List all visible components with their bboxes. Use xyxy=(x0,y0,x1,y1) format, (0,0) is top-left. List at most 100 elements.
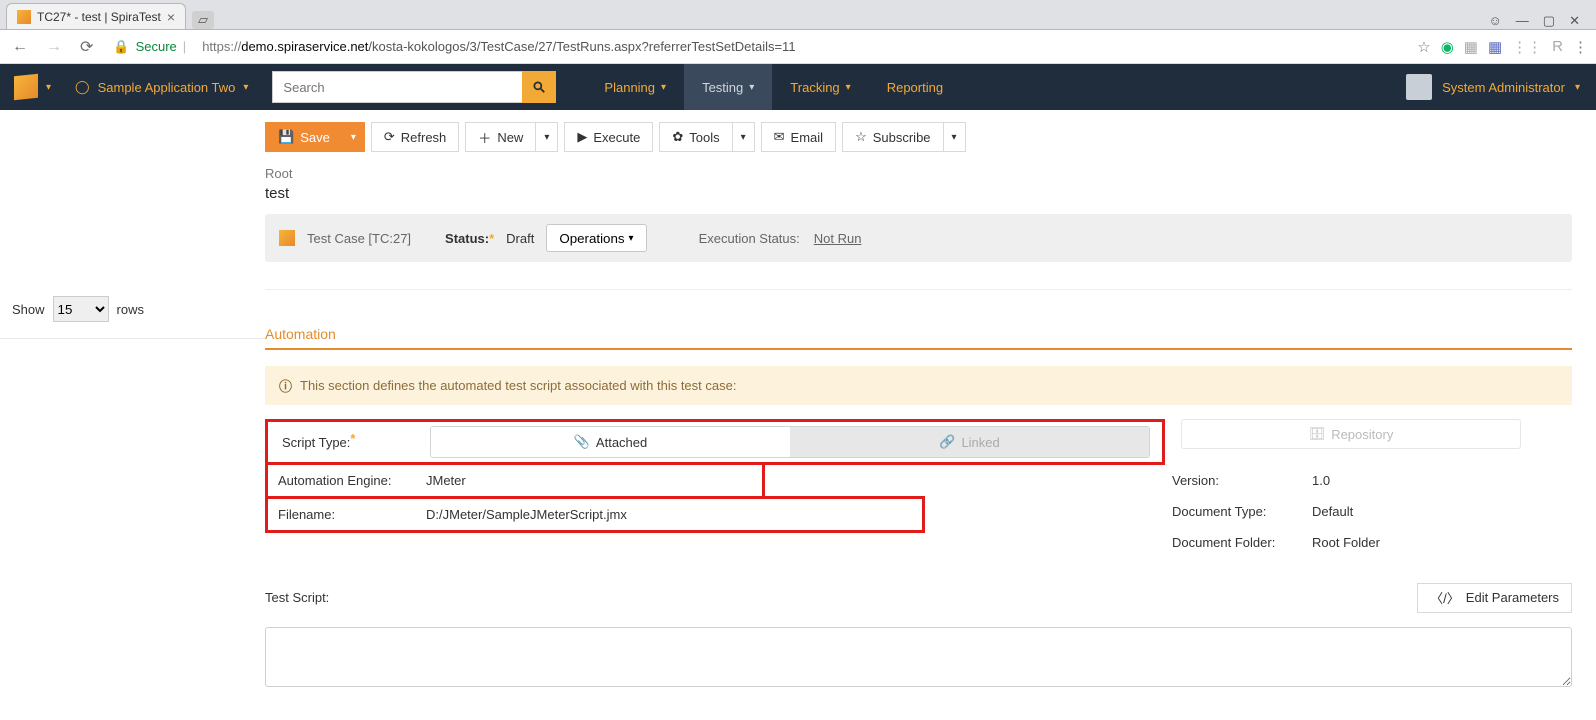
refresh-button[interactable]: ⟳Refresh xyxy=(371,122,459,152)
save-button[interactable]: 💾Save xyxy=(265,122,343,152)
filename-value[interactable]: D:/JMeter/SampleJMeterScript.jmx xyxy=(426,499,846,530)
brand[interactable]: ▾ xyxy=(0,75,65,99)
search-input[interactable] xyxy=(272,71,522,103)
document-folder-label: Document Folder: xyxy=(1162,527,1312,558)
chevron-down-icon: ▾ xyxy=(629,233,634,244)
execution-status-label: Execution Status: xyxy=(699,231,800,246)
code-icon: 〈/〉 xyxy=(1430,588,1460,607)
profile-icon[interactable]: ☺ xyxy=(1489,13,1502,29)
minimize-icon[interactable]: — xyxy=(1516,13,1529,29)
info-banner: ⓘ This section defines the automated tes… xyxy=(265,366,1572,405)
attachment-icon: 📎 xyxy=(574,434,590,450)
search-icon xyxy=(532,80,546,94)
user-menu[interactable]: System Administrator ▾ xyxy=(1390,74,1596,100)
script-type-linked[interactable]: 🔗Linked xyxy=(790,427,1149,457)
rows-rows-label: rows xyxy=(117,302,144,317)
link-icon: 🔗 xyxy=(939,434,955,450)
chevron-down-icon: ▾ xyxy=(661,82,666,93)
save-icon: 💾 xyxy=(278,129,294,145)
user-name: System Administrator xyxy=(1442,80,1565,95)
browser-tab[interactable]: TC27* - test | SpiraTest × xyxy=(6,3,186,29)
script-type-label: Script Type:* xyxy=(272,427,430,458)
gear-icon: ✿ xyxy=(672,129,683,145)
script-type-attached[interactable]: 📎Attached xyxy=(431,427,790,457)
breadcrumb[interactable]: Root xyxy=(265,166,1572,181)
reload-icon[interactable]: ⟳ xyxy=(76,37,97,57)
menu-planning[interactable]: Planning▾ xyxy=(586,64,684,110)
version-label: Version: xyxy=(1162,465,1312,496)
bookmark-star-icon[interactable]: ☆ xyxy=(1417,38,1430,56)
script-type-repository[interactable]: 🗄Repository xyxy=(1181,419,1521,449)
chevron-down-icon: ▾ xyxy=(243,82,248,93)
maximize-icon[interactable]: ▢ xyxy=(1543,13,1555,29)
document-type-label: Document Type: xyxy=(1162,496,1312,527)
document-folder-value[interactable]: Root Folder xyxy=(1312,527,1572,558)
refresh-icon-small: ◯ xyxy=(75,79,90,95)
section-heading-automation[interactable]: Automation xyxy=(265,320,1572,350)
test-script-label: Test Script: xyxy=(265,582,423,613)
email-button[interactable]: ✉Email xyxy=(761,122,836,152)
chevron-down-icon: ▾ xyxy=(846,82,851,93)
url-path: /kosta-kokologos/3/TestCase/27/TestRuns.… xyxy=(368,39,795,54)
close-window-icon[interactable]: ✕ xyxy=(1569,13,1580,29)
new-button[interactable]: ＋New xyxy=(465,122,536,152)
avatar xyxy=(1406,74,1432,100)
grammarly-icon[interactable]: ◉ xyxy=(1441,38,1454,56)
rows-select[interactable]: 15 xyxy=(53,296,109,322)
new-dropdown[interactable]: ▾ xyxy=(536,122,558,152)
version-value[interactable]: 1.0 xyxy=(1312,465,1572,496)
automation-engine-label: Automation Engine: xyxy=(268,465,426,496)
menu-testing[interactable]: Testing▾ xyxy=(684,64,772,110)
forward-icon[interactable]: → xyxy=(42,38,66,56)
chevron-down-icon: ▾ xyxy=(1575,82,1580,93)
new-tab-button[interactable]: ▱ xyxy=(192,11,214,29)
url-display[interactable]: https://demo.spiraservice.net/kosta-koko… xyxy=(202,39,795,54)
chevron-down-icon: ▾ xyxy=(749,82,754,93)
item-id: Test Case [TC:27] xyxy=(307,231,411,246)
tools-button[interactable]: ✿Tools xyxy=(659,122,732,152)
close-icon[interactable]: × xyxy=(167,9,175,25)
execution-status-value[interactable]: Not Run xyxy=(814,231,862,246)
secure-indicator: 🔒 Secure | xyxy=(107,39,192,55)
back-icon[interactable]: ← xyxy=(8,38,32,56)
refresh-icon: ⟳ xyxy=(384,129,395,145)
rows-show-label: Show xyxy=(12,302,45,317)
url-prefix: https:// xyxy=(202,39,241,54)
chevron-down-icon: ▾ xyxy=(46,82,51,93)
window-controls: ☺ — ▢ ✕ xyxy=(1479,13,1590,29)
chevron-down-icon: ▾ xyxy=(952,132,957,143)
extension-icon[interactable]: ▦ xyxy=(1488,38,1502,56)
record-toolbar: 💾Save ▾ ⟳Refresh ＋New ▾ ▶Execute ✿Tools … xyxy=(265,110,1572,160)
browser-address-bar: ← → ⟳ 🔒 Secure | https://demo.spiraservi… xyxy=(0,30,1596,64)
menu-tracking[interactable]: Tracking▾ xyxy=(772,64,868,110)
extension-icon[interactable]: ⋮⋮ xyxy=(1512,38,1542,56)
play-icon: ▶ xyxy=(577,129,587,145)
status-value: Draft xyxy=(506,231,534,246)
subscribe-dropdown[interactable]: ▾ xyxy=(944,122,966,152)
extension-icon[interactable]: ▦ xyxy=(1464,38,1478,56)
star-icon: ☆ xyxy=(855,129,867,145)
record-title: test xyxy=(265,185,1572,202)
test-script-editor[interactable] xyxy=(265,627,1572,687)
menu-reporting[interactable]: Reporting xyxy=(869,64,961,110)
extension-icon[interactable]: R xyxy=(1552,38,1563,56)
project-dropdown[interactable]: ◯ Sample Application Two ▾ xyxy=(65,79,258,95)
status-bar: Test Case [TC:27] Status:* Draft Operati… xyxy=(265,214,1572,262)
testcase-icon xyxy=(279,230,295,246)
repository-icon: 🗄 xyxy=(1309,426,1326,442)
execute-button[interactable]: ▶Execute xyxy=(564,122,653,152)
operations-dropdown[interactable]: Operations▾ xyxy=(546,224,646,252)
email-icon: ✉ xyxy=(774,129,785,145)
edit-parameters-button[interactable]: 〈/〉Edit Parameters xyxy=(1417,583,1572,613)
project-name: Sample Application Two xyxy=(98,80,236,95)
automation-engine-value[interactable]: JMeter xyxy=(426,465,686,496)
search-button[interactable] xyxy=(522,71,556,103)
save-dropdown[interactable]: ▾ xyxy=(343,122,365,152)
subscribe-button[interactable]: ☆Subscribe xyxy=(842,122,943,152)
info-text: This section defines the automated test … xyxy=(300,378,736,393)
document-type-value[interactable]: Default xyxy=(1312,496,1572,527)
tools-dropdown[interactable]: ▾ xyxy=(733,122,755,152)
info-icon: ⓘ xyxy=(279,376,292,395)
app-topnav: ▾ ◯ Sample Application Two ▾ Planning▾ T… xyxy=(0,64,1596,110)
menu-icon[interactable]: ⋮ xyxy=(1573,38,1588,56)
